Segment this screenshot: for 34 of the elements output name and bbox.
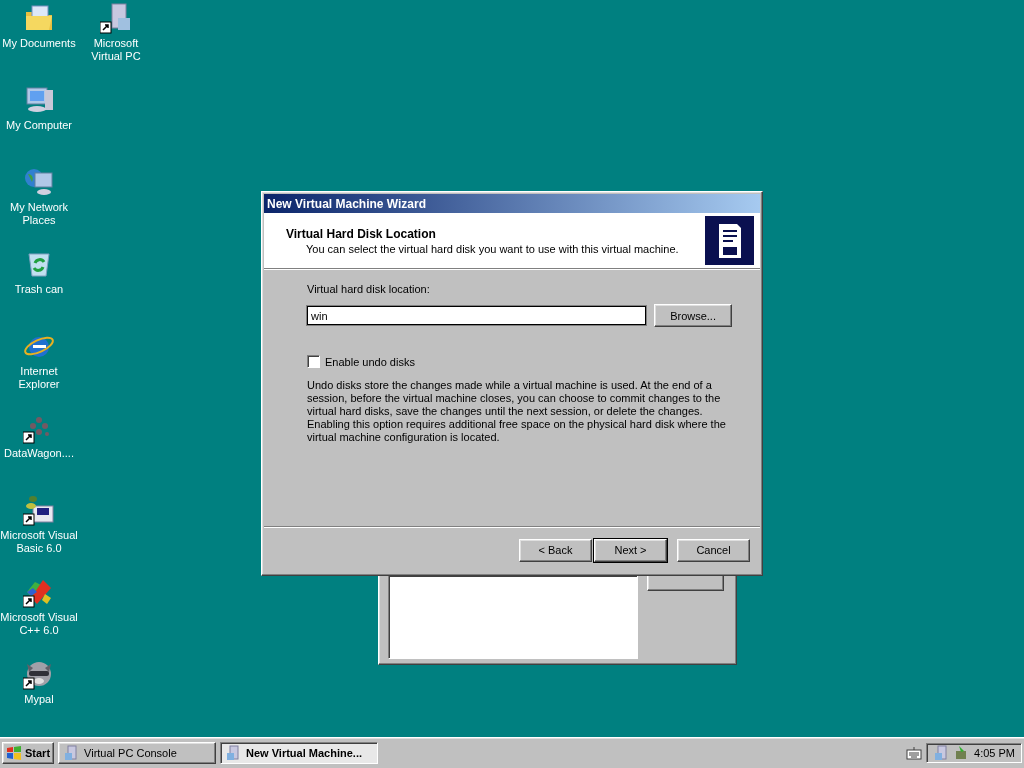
header-subtitle: You can select the virtual hard disk you want to use with this virtual machine. [305,242,679,255]
icon-label: My Documents [2,37,76,50]
wizard-button[interactable]: < Back [519,538,592,562]
start-button[interactable]: Start [2,742,55,764]
checkbox[interactable] [307,355,320,368]
icon-label: Mypal [24,693,54,706]
clock: 4:05 PM [974,747,1015,759]
icon-label: My Network Places [8,201,70,227]
description-text: Undo disks store the changes made while a virtual machine is used. At the end of a session, before the virtual machine closes, you can choose to commit changes to the virtual hard disks, save the changes until the next session, or delete the changes. Enabling this option requires additional free space on the physical hard disk where the virtual machine configuration is located. [307,379,727,444]
taskbar-button[interactable]: New Virtual Machine... [220,742,379,764]
field-label: Virtual hard disk location: [307,283,431,295]
cancel-button[interactable]: Cancel [677,538,750,562]
icon-label: DataWagon.... [4,447,74,460]
keyboard-icon[interactable] [906,745,922,761]
network-icon[interactable] [23,166,55,198]
icon-label: My Computer [6,119,72,132]
browse-button[interactable]: Browse... [654,304,732,327]
location-field[interactable]: win [307,306,647,325]
icon-label: Microsoft Visual C++ 6.0 [0,611,78,637]
icon-label: Internet Explorer [17,365,61,391]
virtualpc-icon[interactable] [100,2,132,34]
windows-flag-icon [6,745,22,761]
header-title: Virtual Hard Disk Location [286,226,437,241]
checkbox-label[interactable]: Enable undo disks [325,355,415,368]
server-icon [705,216,754,265]
taskbar-button[interactable]: Virtual PC Console [58,742,217,764]
computer-icon [225,745,242,761]
icon-label: Trash can [14,283,64,296]
wizard-button[interactable]: Next > [594,538,667,562]
icon-label: Microsoft Virtual PC [90,37,142,63]
window-title: New Virtual Machine Wizard [264,194,760,213]
icon-label: Microsoft Visual Basic 6.0 [0,529,78,555]
list-box[interactable] [388,575,638,659]
computer-icon [63,745,80,761]
